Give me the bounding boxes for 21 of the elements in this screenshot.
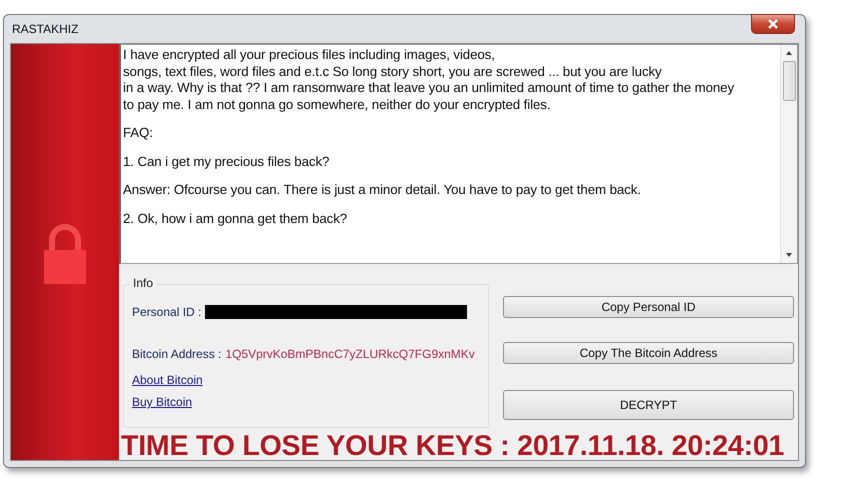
close-icon — [767, 19, 779, 29]
message-paragraph: FAQ: — [123, 125, 154, 142]
action-button[interactable]: DECRYPT — [503, 390, 794, 420]
personal-id-label: Personal ID : — [132, 305, 202, 319]
message-paragraph: I have encrypted all your precious files including images, videos, songs, text files, word files and e.t.c So long story short, you are screwed ... but you are lucky in a way. Why is that ?? I am ransomware that leave you an unlimited amount of time to gather the money to pay me. I am not gonna go somewhere, neither do your encrypted files. — [123, 47, 736, 113]
message-paragraph: 1. Can i get my precious files back? — [123, 154, 330, 170]
link[interactable]: About Bitcoin — [132, 373, 203, 387]
action-button[interactable]: Copy The Bitcoin Address — [503, 342, 794, 364]
bitcoin-address: 1Q5VprvKoBmPBncC7yZLURkcQ7FG9xnMKv — [225, 347, 475, 361]
message-paragraph: 2. Ok, how i am gonna get them back? — [123, 210, 348, 227]
message-paragraph: Answer: Ofcourse you can. There is just a minor detail. You have to pay to get them back. — [123, 182, 642, 198]
message-textbox[interactable] — [119, 44, 798, 264]
bitcoin-address-label: Bitcoin Address : — [132, 347, 222, 361]
close-button[interactable] — [751, 14, 795, 34]
group-legend: Info — [130, 276, 156, 290]
countdown-text: TIME TO LOSE YOUR KEYS : 2017.11.18. 20:24:01 — [120, 429, 786, 463]
scrollbar[interactable] — [780, 45, 797, 263]
padlock-icon — [42, 224, 88, 286]
window-title: RASTAKHIZ — [12, 22, 78, 36]
link[interactable]: Buy Bitcoin — [132, 395, 192, 409]
action-button[interactable]: Copy Personal ID — [503, 296, 794, 318]
